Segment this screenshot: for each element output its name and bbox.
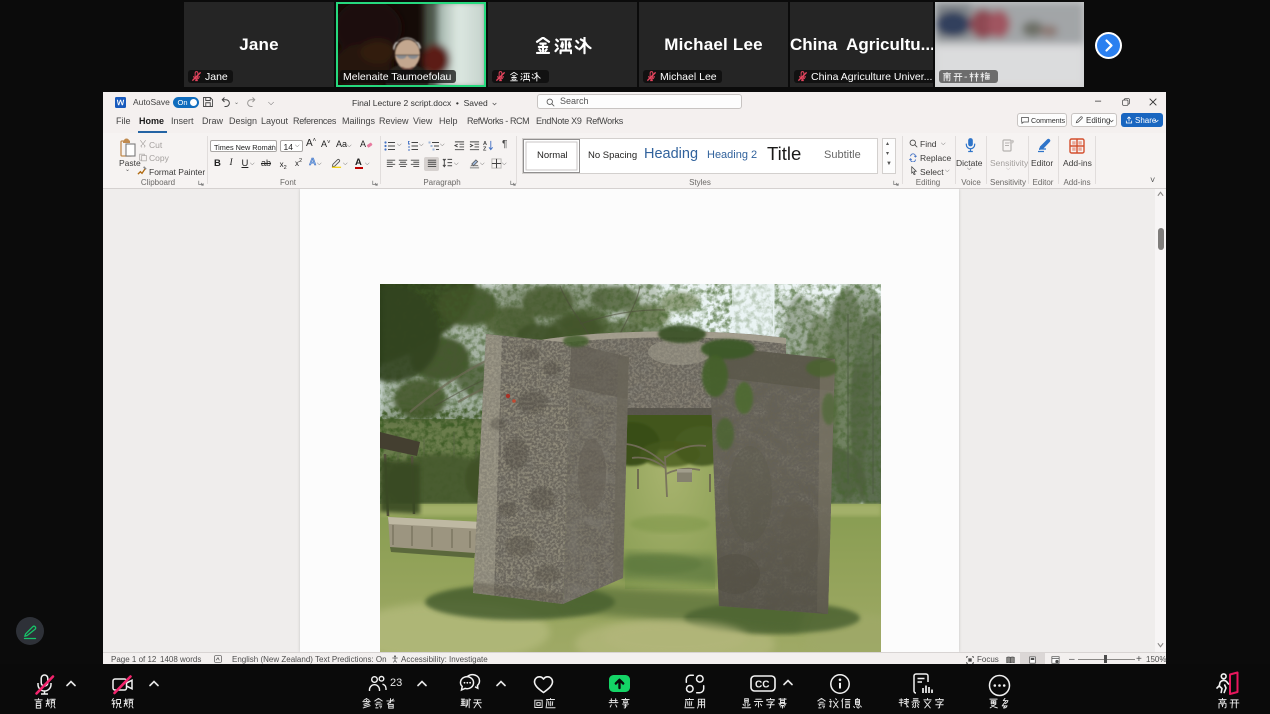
- svg-text:Z: Z: [483, 146, 487, 150]
- svg-text:CC: CC: [755, 680, 769, 691]
